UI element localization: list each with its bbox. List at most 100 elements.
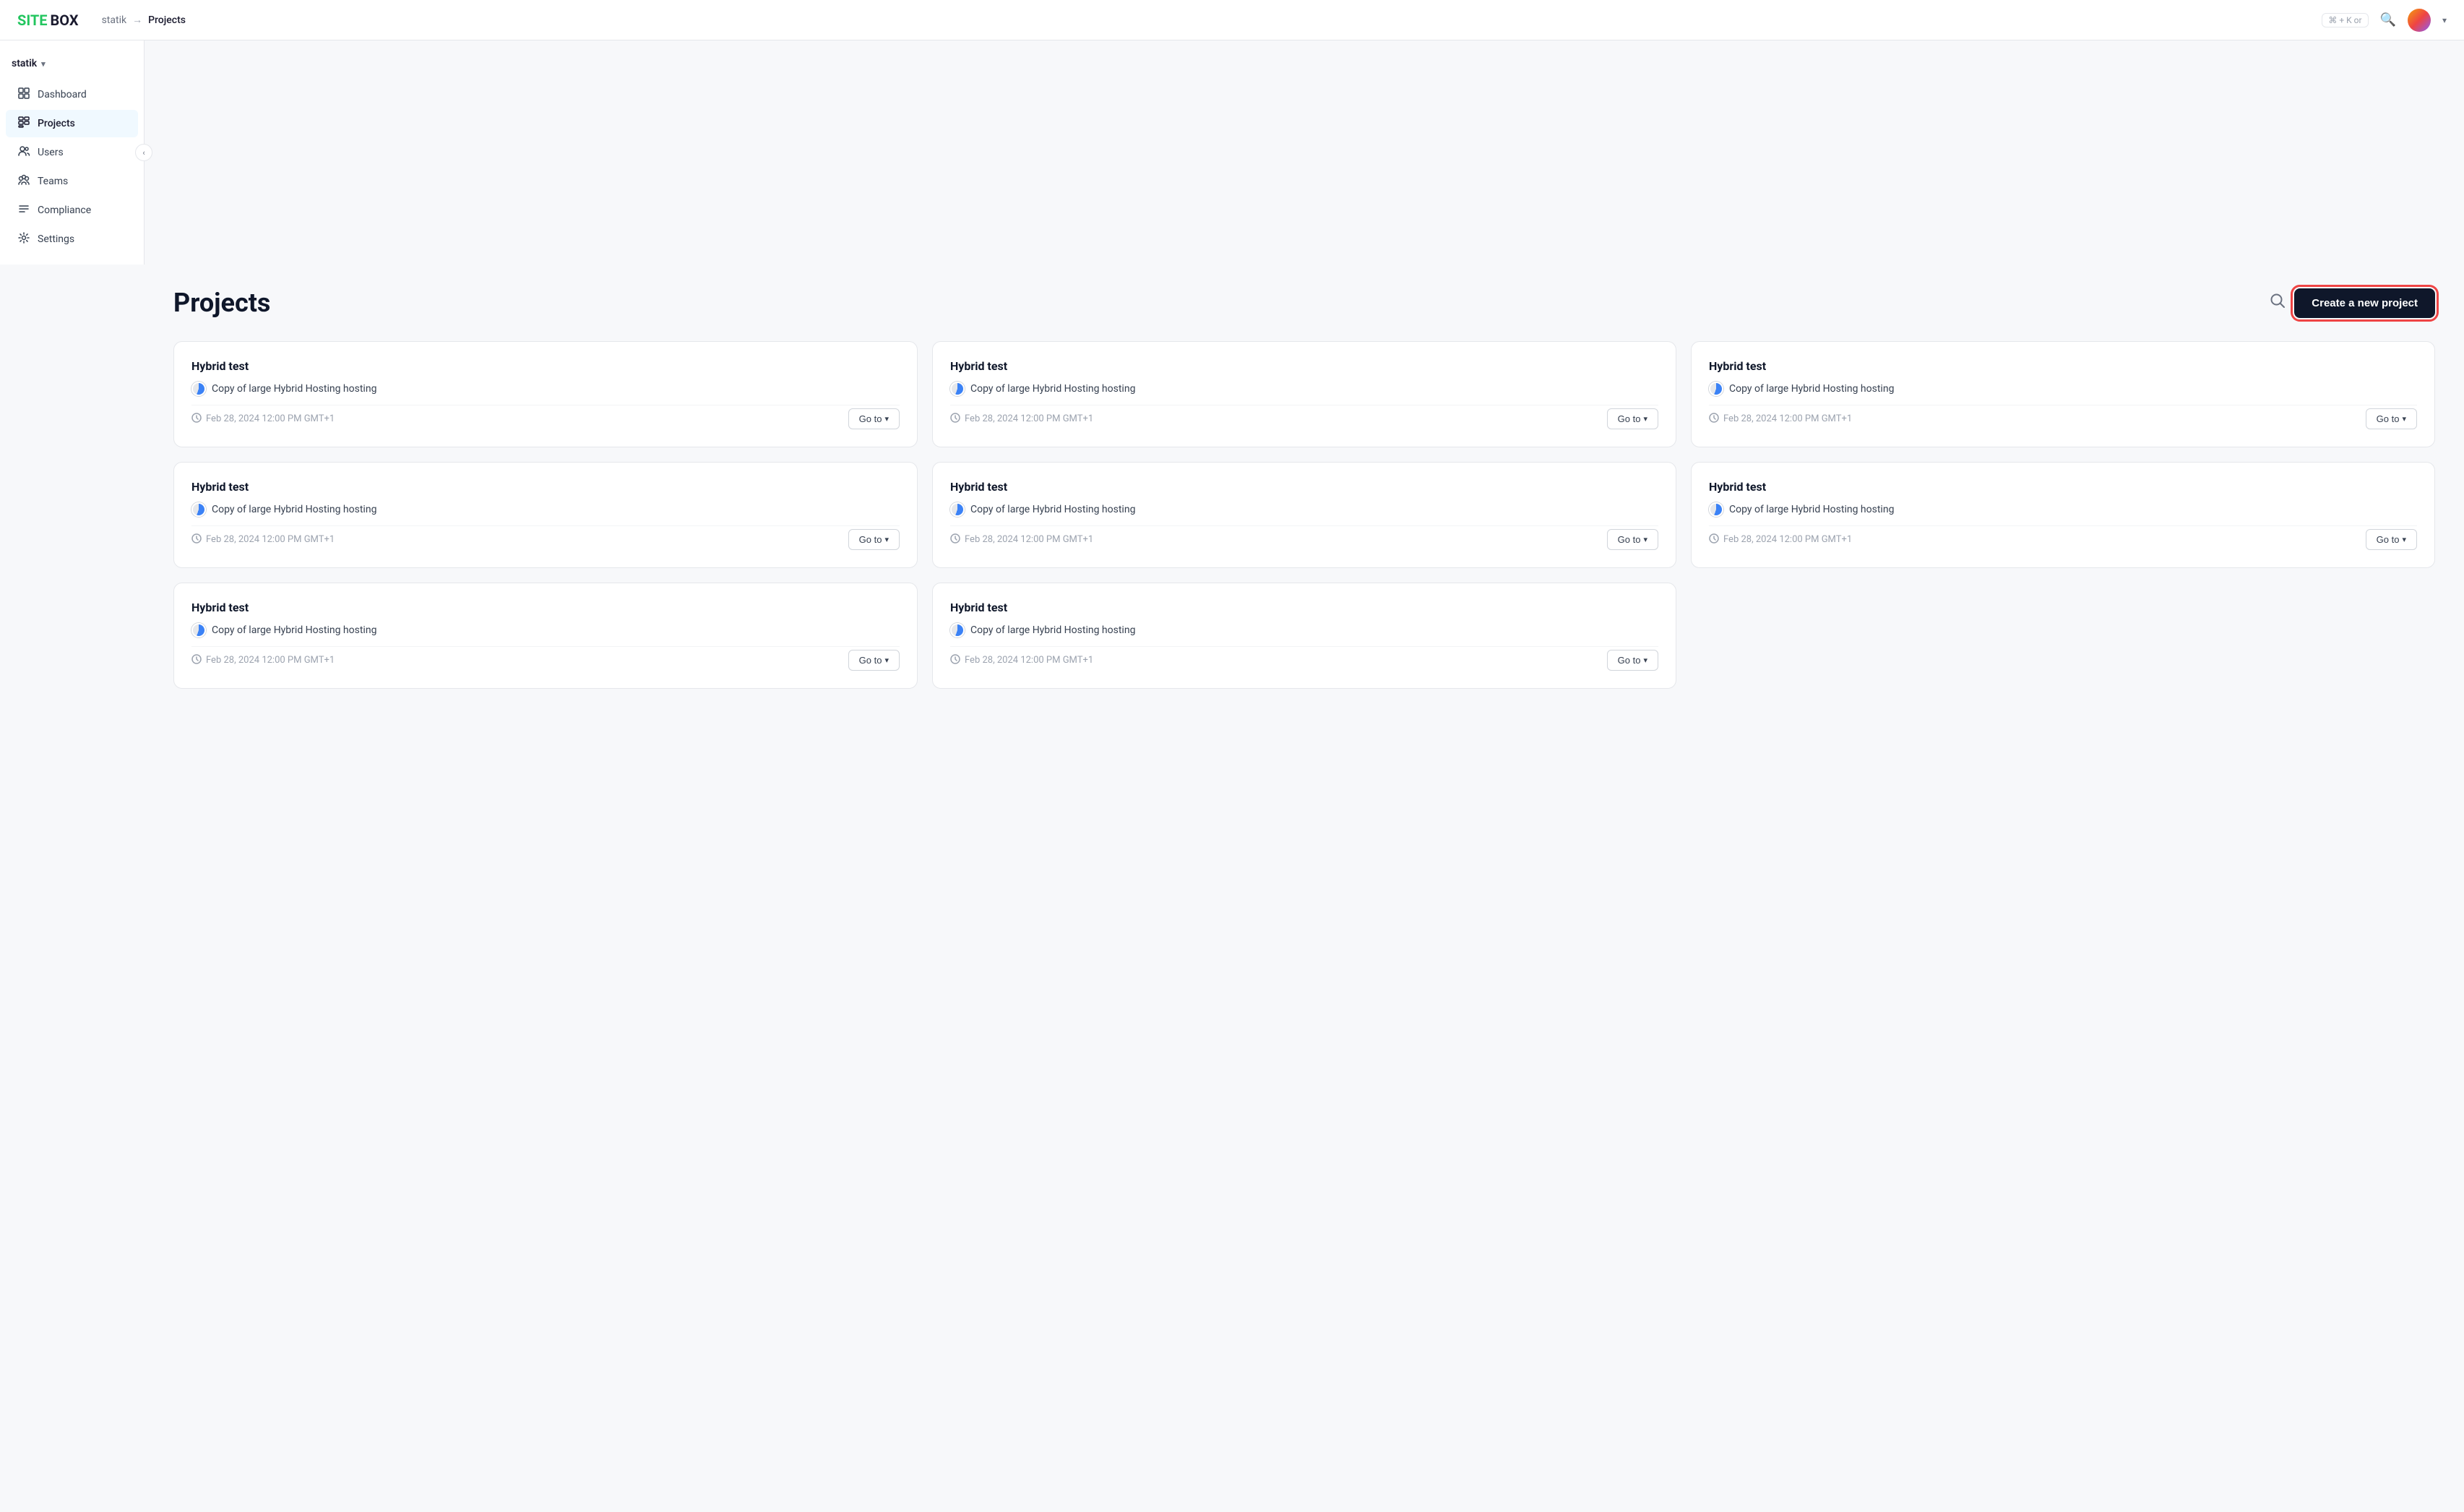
goto-label: Go to (1618, 413, 1641, 424)
project-card[interactable]: Hybrid test Copy of large Hybrid Hosting… (1691, 462, 2435, 568)
goto-button[interactable]: Go to ▾ (1607, 650, 1658, 671)
hosting-icon (191, 623, 206, 637)
sidebar-item-settings[interactable]: Settings (6, 225, 138, 253)
workspace-label: statik (12, 58, 37, 69)
goto-button[interactable]: Go to ▾ (848, 529, 900, 550)
goto-button[interactable]: Go to ▾ (2366, 529, 2417, 550)
project-date: Feb 28, 2024 12:00 PM GMT+1 (950, 533, 1093, 546)
settings-icon (17, 232, 30, 246)
hosting-label: Copy of large Hybrid Hosting hosting (1729, 383, 1894, 395)
topnav-left: SITEBOX statik → Projects (17, 12, 186, 29)
sidebar-collapse-button[interactable]: ‹ (135, 144, 152, 161)
user-avatar[interactable] (2408, 9, 2431, 32)
project-name: Hybrid test (950, 601, 1658, 614)
page-title: Projects (173, 288, 270, 318)
project-card[interactable]: Hybrid test Copy of large Hybrid Hosting… (173, 462, 918, 568)
date-text: Feb 28, 2024 12:00 PM GMT+1 (965, 413, 1093, 424)
project-card[interactable]: Hybrid test Copy of large Hybrid Hosting… (932, 462, 1676, 568)
projects-grid: Hybrid test Copy of large Hybrid Hosting… (173, 341, 2435, 689)
project-date: Feb 28, 2024 12:00 PM GMT+1 (191, 413, 335, 426)
goto-button[interactable]: Go to ▾ (848, 650, 900, 671)
project-footer: Feb 28, 2024 12:00 PM GMT+1 Go to ▾ (191, 405, 900, 429)
goto-chevron-icon: ▾ (1643, 535, 1647, 544)
project-date: Feb 28, 2024 12:00 PM GMT+1 (950, 413, 1093, 426)
goto-button[interactable]: Go to ▾ (1607, 408, 1658, 429)
goto-label: Go to (2377, 413, 2400, 424)
user-menu-chevron[interactable]: ▾ (2442, 15, 2447, 25)
hosting-icon (950, 382, 965, 396)
hosting-label: Copy of large Hybrid Hosting hosting (970, 383, 1135, 395)
hosting-icon (950, 623, 965, 637)
keyboard-hint: ⌘ + K or (2322, 13, 2368, 27)
goto-label: Go to (859, 413, 882, 424)
goto-chevron-icon: ▾ (1643, 656, 1647, 665)
logo-box: BOX (51, 12, 79, 29)
goto-chevron-icon: ▾ (884, 535, 889, 544)
breadcrumb-workspace[interactable]: statik (102, 14, 127, 26)
project-footer: Feb 28, 2024 12:00 PM GMT+1 Go to ▾ (191, 525, 900, 550)
project-footer: Feb 28, 2024 12:00 PM GMT+1 Go to ▾ (950, 646, 1658, 671)
project-card[interactable]: Hybrid test Copy of large Hybrid Hosting… (173, 583, 918, 689)
create-new-project-button[interactable]: Create a new project (2294, 288, 2435, 318)
clock-icon (1709, 533, 1719, 546)
date-text: Feb 28, 2024 12:00 PM GMT+1 (206, 655, 335, 666)
goto-button[interactable]: Go to ▾ (2366, 408, 2417, 429)
hosting-icon (950, 502, 965, 517)
goto-chevron-icon: ▾ (884, 656, 889, 665)
sidebar-item-users[interactable]: Users (6, 139, 138, 166)
topnav-right: ⌘ + K or 🔍 ▾ (2322, 9, 2447, 32)
project-name: Hybrid test (950, 480, 1658, 494)
project-card[interactable]: Hybrid test Copy of large Hybrid Hosting… (1691, 341, 2435, 447)
projects-label: Projects (38, 118, 75, 129)
sidebar-item-dashboard[interactable]: Dashboard (6, 81, 138, 108)
project-card[interactable]: Hybrid test Copy of large Hybrid Hosting… (932, 583, 1676, 689)
project-hosting: Copy of large Hybrid Hosting hosting (191, 382, 900, 396)
workspace-selector[interactable]: statik ▾ (0, 52, 144, 81)
goto-chevron-icon: ▾ (2402, 535, 2406, 544)
clock-icon (191, 654, 202, 667)
goto-label: Go to (1618, 534, 1641, 545)
project-footer: Feb 28, 2024 12:00 PM GMT+1 Go to ▾ (950, 525, 1658, 550)
date-text: Feb 28, 2024 12:00 PM GMT+1 (965, 534, 1093, 545)
project-card[interactable]: Hybrid test Copy of large Hybrid Hosting… (932, 341, 1676, 447)
hosting-label: Copy of large Hybrid Hosting hosting (212, 504, 376, 515)
breadcrumb: statik → Projects (102, 14, 186, 26)
logo[interactable]: SITEBOX (17, 12, 79, 29)
project-hosting: Copy of large Hybrid Hosting hosting (1709, 382, 2417, 396)
clock-icon (950, 654, 960, 667)
dashboard-label: Dashboard (38, 89, 87, 100)
project-date: Feb 28, 2024 12:00 PM GMT+1 (191, 533, 335, 546)
project-name: Hybrid test (191, 359, 900, 373)
sidebar-item-projects[interactable]: Projects (6, 110, 138, 137)
logo-site: SITE (17, 12, 48, 29)
projects-icon (17, 116, 30, 131)
goto-button[interactable]: Go to ▾ (1607, 529, 1658, 550)
sidebar-item-teams[interactable]: Teams (6, 168, 138, 195)
project-date: Feb 28, 2024 12:00 PM GMT+1 (1709, 413, 1852, 426)
project-card[interactable]: Hybrid test Copy of large Hybrid Hosting… (173, 341, 918, 447)
goto-chevron-icon: ▾ (1643, 414, 1647, 424)
project-footer: Feb 28, 2024 12:00 PM GMT+1 Go to ▾ (191, 646, 900, 671)
project-footer: Feb 28, 2024 12:00 PM GMT+1 Go to ▾ (1709, 525, 2417, 550)
project-footer: Feb 28, 2024 12:00 PM GMT+1 Go to ▾ (950, 405, 1658, 429)
hosting-icon (1709, 502, 1723, 517)
goto-button[interactable]: Go to ▾ (848, 408, 900, 429)
project-date: Feb 28, 2024 12:00 PM GMT+1 (1709, 533, 1852, 546)
header-actions: Create a new project (2270, 288, 2435, 318)
sidebar-item-compliance[interactable]: Compliance (6, 197, 138, 224)
clock-icon (191, 533, 202, 546)
hosting-icon (1709, 382, 1723, 396)
project-hosting: Copy of large Hybrid Hosting hosting (1709, 502, 2417, 517)
search-projects-button[interactable] (2270, 293, 2286, 313)
project-name: Hybrid test (191, 480, 900, 494)
hosting-label: Copy of large Hybrid Hosting hosting (212, 624, 376, 636)
kbd-text: ⌘ + K or (2328, 15, 2361, 25)
teams-icon (17, 174, 30, 189)
hosting-label: Copy of large Hybrid Hosting hosting (970, 504, 1135, 515)
project-hosting: Copy of large Hybrid Hosting hosting (950, 623, 1658, 637)
page-header: Projects Create a new project (173, 288, 2435, 318)
clock-icon (1709, 413, 1719, 426)
hosting-icon (191, 382, 206, 396)
global-search-button[interactable]: 🔍 (2380, 12, 2396, 27)
goto-label: Go to (2377, 534, 2400, 545)
